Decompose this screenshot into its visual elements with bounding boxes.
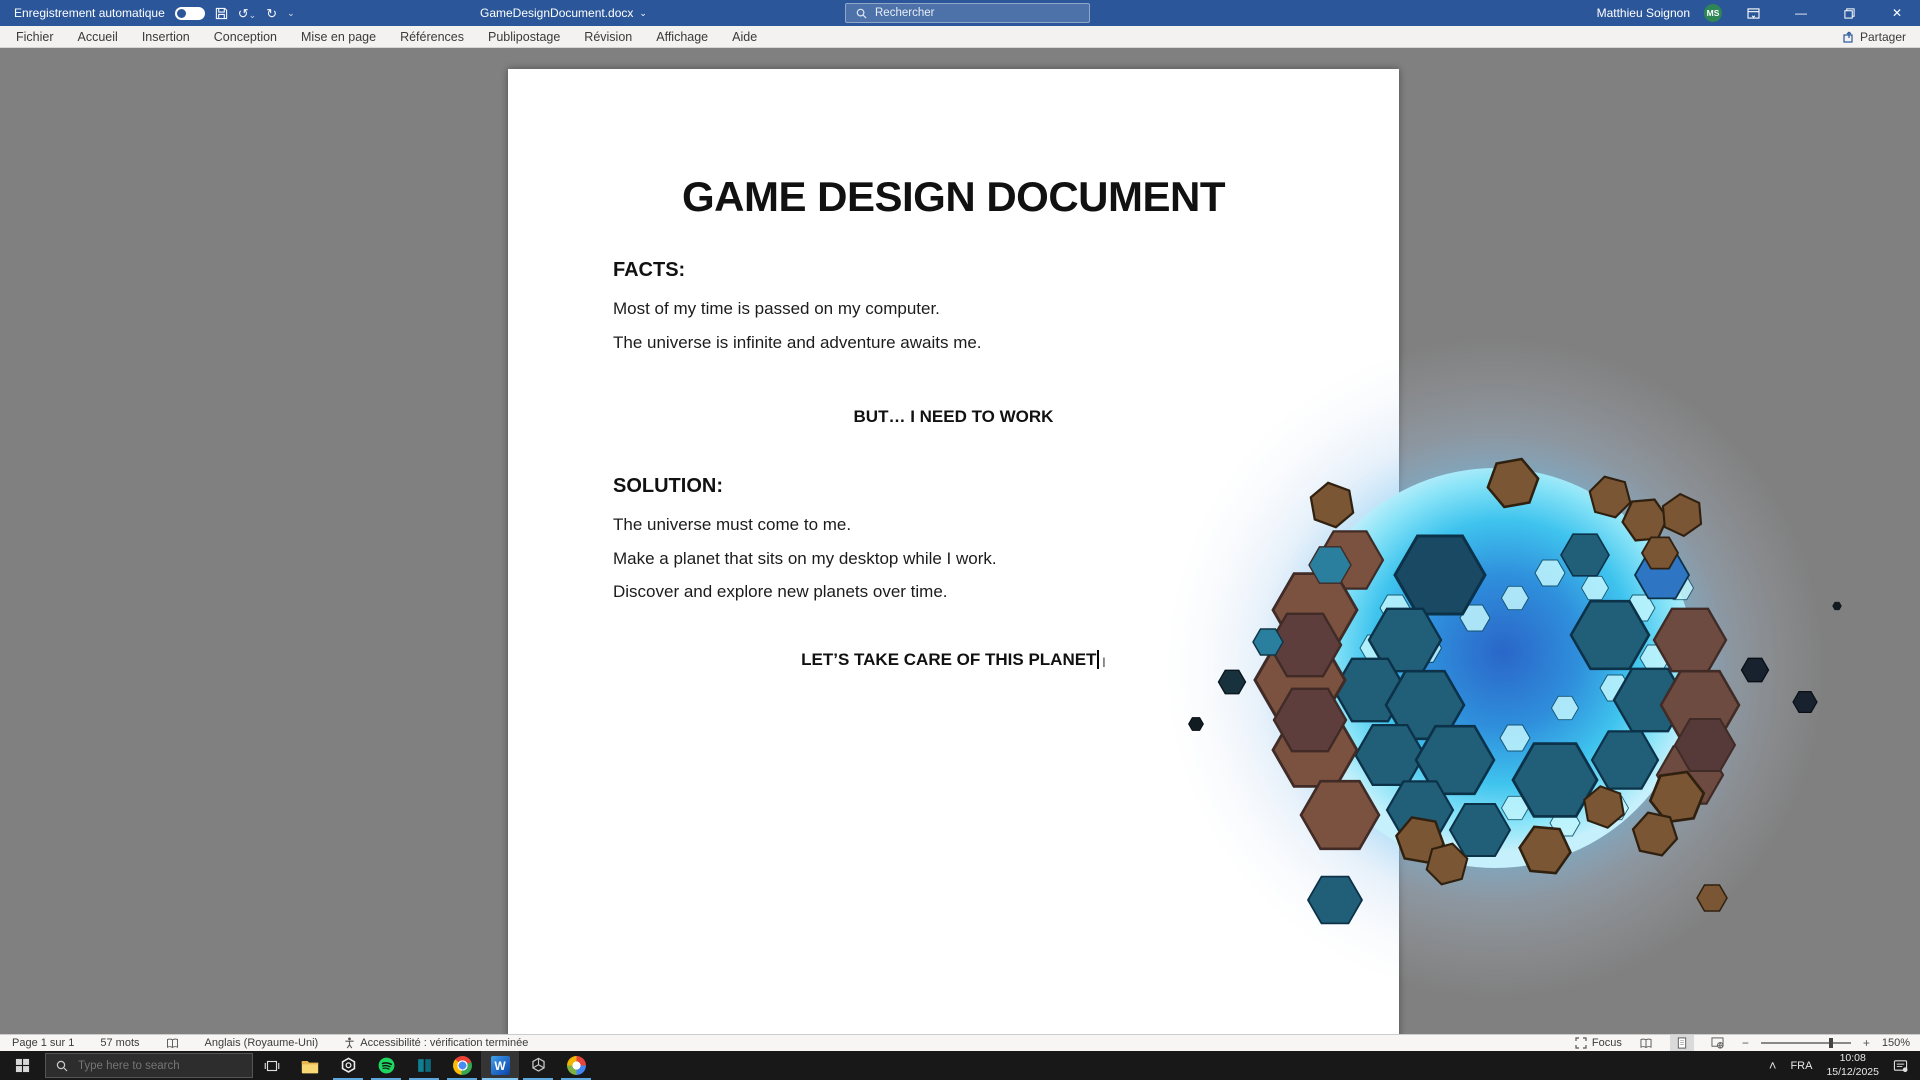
tab-accueil[interactable]: Accueil bbox=[66, 26, 130, 48]
media-app-icon[interactable] bbox=[405, 1051, 443, 1080]
clock[interactable]: 10:08 15/12/2025 bbox=[1826, 1052, 1879, 1078]
task-view-icon[interactable] bbox=[253, 1051, 291, 1080]
ribbon-tab-row: Fichier Accueil Insertion Conception Mis… bbox=[0, 26, 1920, 48]
toggle-knob bbox=[177, 9, 186, 18]
tab-references[interactable]: Références bbox=[388, 26, 476, 48]
office-search-bar[interactable]: Rechercher bbox=[845, 3, 1090, 23]
windows-logo-icon bbox=[15, 1058, 30, 1073]
doc-paragraph: Discover and explore new planets over ti… bbox=[613, 582, 948, 602]
zoom-level[interactable]: 150% bbox=[1882, 1037, 1910, 1049]
doc-paragraph: Most of my time is passed on my computer… bbox=[613, 299, 940, 319]
ibeam-pointer-icon: I bbox=[1102, 654, 1106, 670]
document-canvas: GAME DESIGN DOCUMENT FACTS: Most of my t… bbox=[0, 49, 1920, 1034]
share-button[interactable]: Partager bbox=[1843, 26, 1906, 48]
chevron-down-icon: ⌄ bbox=[639, 8, 647, 19]
print-layout-button[interactable] bbox=[1670, 1035, 1694, 1051]
word-taskbar-icon[interactable] bbox=[481, 1051, 519, 1080]
focus-mode-button[interactable]: Focus bbox=[1575, 1037, 1622, 1049]
unity-icon[interactable] bbox=[519, 1051, 557, 1080]
customize-qat-icon[interactable]: ⌄ bbox=[287, 9, 295, 18]
web-layout-button[interactable] bbox=[1706, 1035, 1730, 1051]
doc-paragraph: The universe is infinite and adventure a… bbox=[613, 333, 982, 353]
search-placeholder: Rechercher bbox=[875, 7, 934, 19]
tab-affichage[interactable]: Affichage bbox=[644, 26, 720, 48]
doc-paragraph: Make a planet that sits on my desktop wh… bbox=[613, 549, 997, 569]
tab-conception[interactable]: Conception bbox=[202, 26, 289, 48]
tab-mise-en-page[interactable]: Mise en page bbox=[289, 26, 388, 48]
restore-button[interactable] bbox=[1832, 0, 1866, 26]
language-badge[interactable]: FRA bbox=[1790, 1060, 1812, 1072]
file-explorer-icon[interactable] bbox=[291, 1051, 329, 1080]
zoom-slider-knob[interactable] bbox=[1829, 1038, 1833, 1048]
zoom-slider[interactable] bbox=[1761, 1042, 1851, 1044]
user-avatar[interactable]: MS bbox=[1704, 4, 1722, 22]
windows-taskbar: ˄ FRA 10:08 15/12/2025 bbox=[0, 1051, 1920, 1080]
chrome-icon[interactable] bbox=[443, 1051, 481, 1080]
word-title-bar: Enregistrement automatique ↺⌄ ↻ ⌄ GameDe… bbox=[0, 0, 1920, 26]
doc-heading-title: GAME DESIGN DOCUMENT bbox=[508, 173, 1399, 221]
undo-icon[interactable]: ↺⌄ bbox=[238, 7, 256, 20]
doc-solution-heading: SOLUTION: bbox=[613, 475, 723, 498]
language-indicator[interactable]: Anglais (Royaume-Uni) bbox=[205, 1037, 319, 1049]
action-center-icon[interactable] bbox=[1893, 1059, 1908, 1073]
taskbar-search-input[interactable] bbox=[76, 1059, 236, 1073]
tray-date: 15/12/2025 bbox=[1826, 1066, 1879, 1078]
user-name[interactable]: Matthieu Soignon bbox=[1597, 6, 1690, 20]
close-button[interactable]: ✕ bbox=[1880, 0, 1914, 26]
tray-time: 10:08 bbox=[1840, 1052, 1866, 1064]
minimize-button[interactable]: — bbox=[1784, 0, 1818, 26]
word-status-bar: Page 1 sur 1 57 mots Anglais (Royaume-Un… bbox=[0, 1034, 1920, 1051]
search-icon bbox=[56, 1060, 68, 1072]
browser-ring-icon[interactable] bbox=[557, 1051, 595, 1080]
document-title[interactable]: GameDesignDocument.docx ⌄ bbox=[480, 0, 647, 26]
accessibility-icon bbox=[344, 1037, 355, 1049]
redo-icon[interactable]: ↻ bbox=[266, 7, 277, 20]
word-count[interactable]: 57 mots bbox=[100, 1037, 139, 1049]
zoom-in-button[interactable]: + bbox=[1863, 1036, 1870, 1050]
proofing-book-icon[interactable] bbox=[166, 1038, 179, 1049]
search-icon bbox=[856, 8, 867, 19]
chatgpt-icon[interactable] bbox=[329, 1051, 367, 1080]
tab-publipostage[interactable]: Publipostage bbox=[476, 26, 572, 48]
tray-expand-chevron[interactable]: ˄ bbox=[1769, 1058, 1777, 1073]
autosave-label: Enregistrement automatique bbox=[14, 6, 165, 20]
spotify-icon[interactable] bbox=[367, 1051, 405, 1080]
document-page[interactable]: GAME DESIGN DOCUMENT FACTS: Most of my t… bbox=[508, 69, 1399, 1034]
tab-fichier[interactable]: Fichier bbox=[4, 26, 66, 48]
tab-insertion[interactable]: Insertion bbox=[130, 26, 202, 48]
start-button[interactable] bbox=[0, 1051, 45, 1080]
page-count[interactable]: Page 1 sur 1 bbox=[12, 1037, 74, 1049]
doc-closing-line: LET’S TAKE CARE OF THIS PLANETI bbox=[508, 650, 1399, 670]
save-icon[interactable] bbox=[215, 7, 228, 20]
autosave-toggle[interactable] bbox=[175, 7, 205, 20]
focus-icon bbox=[1575, 1037, 1587, 1049]
text-cursor bbox=[1097, 650, 1099, 669]
zoom-out-button[interactable]: − bbox=[1742, 1036, 1749, 1050]
read-mode-button[interactable] bbox=[1634, 1035, 1658, 1051]
tab-aide[interactable]: Aide bbox=[720, 26, 769, 48]
doc-facts-heading: FACTS: bbox=[613, 259, 685, 282]
doc-paragraph: The universe must come to me. bbox=[613, 515, 851, 535]
share-icon bbox=[1843, 31, 1855, 43]
ribbon-display-options-icon[interactable] bbox=[1736, 0, 1770, 26]
taskbar-search[interactable] bbox=[45, 1053, 253, 1078]
accessibility-status[interactable]: Accessibilité : vérification terminée bbox=[344, 1037, 528, 1049]
tab-revision[interactable]: Révision bbox=[572, 26, 644, 48]
doc-but-line: BUT… I NEED TO WORK bbox=[508, 407, 1399, 427]
